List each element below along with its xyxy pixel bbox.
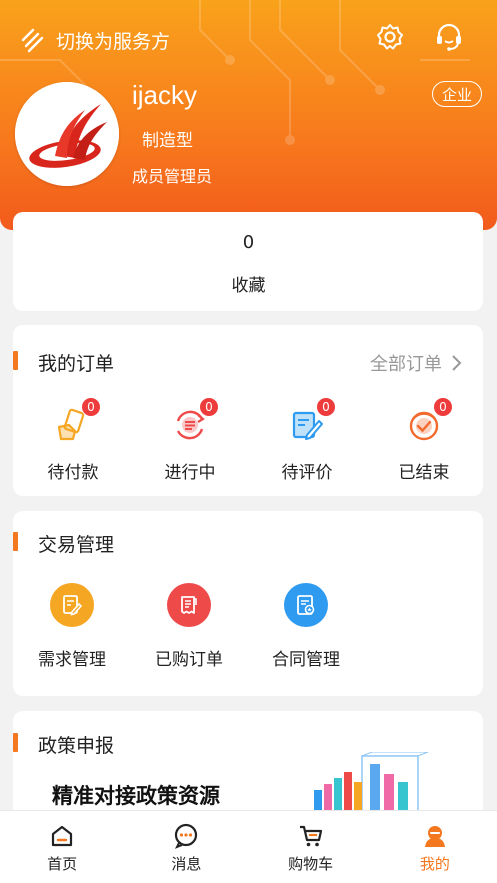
tab-label-messages: 消息 (171, 855, 202, 873)
tab-messages[interactable]: 消息 (124, 811, 248, 883)
all-orders-link[interactable]: 全部订单 (370, 350, 462, 376)
chevron-right-icon (452, 355, 462, 371)
document-edit-icon (50, 583, 94, 627)
section-marker (13, 733, 18, 752)
favorites-label: 收藏 (231, 276, 266, 296)
trade-label-purchased-orders: 已购订单 (155, 650, 223, 670)
favorites-card[interactable] (13, 212, 483, 311)
profile-header: 切换为服务方 ijacky 制造型 成员管理员 企业 (0, 0, 497, 230)
tab-cart[interactable]: 购物车 (249, 811, 373, 883)
company-logo-icon (15, 82, 119, 186)
favorites-count: 0 (242, 232, 255, 253)
tab-label-home: 首页 (47, 855, 78, 873)
enterprise-badge[interactable]: 企业 (432, 81, 482, 107)
user-icon (424, 826, 445, 847)
settings-button[interactable] (375, 22, 405, 52)
trade-management-title: 交易管理 (38, 534, 115, 556)
policy-illustration (314, 752, 429, 812)
trade-label-requirements: 需求管理 (38, 650, 106, 670)
gear-icon (377, 24, 403, 50)
tab-label-cart: 购物车 (288, 855, 334, 873)
headset-icon (437, 23, 461, 51)
switch-icon (21, 28, 44, 53)
contract-icon (284, 583, 328, 627)
switch-role-button[interactable]: 切换为服务方 (18, 26, 170, 54)
switch-role-label: 切换为服务方 (56, 30, 171, 53)
my-orders-title: 我的订单 (38, 353, 115, 375)
order-label-finished: 已结束 (398, 463, 450, 483)
user-role: 成员管理员 (132, 167, 213, 186)
avatar[interactable] (15, 82, 119, 186)
tab-home[interactable]: 首页 (0, 811, 124, 883)
order-label-in-progress: 进行中 (164, 463, 216, 483)
cart-icon (299, 825, 322, 847)
all-orders-label: 全部订单 (370, 354, 442, 375)
trade-label-contracts: 合同管理 (272, 650, 340, 670)
username: ijacky (132, 80, 198, 110)
customer-service-button[interactable] (434, 22, 464, 52)
tab-mine[interactable]: 我的 (373, 811, 497, 883)
section-marker (13, 532, 18, 551)
home-icon (52, 825, 73, 847)
tab-label-mine: 我的 (419, 855, 450, 873)
message-icon (175, 823, 198, 849)
receipt-icon (167, 583, 211, 627)
section-marker (13, 351, 18, 370)
company-type: 制造型 (142, 131, 193, 151)
order-label-to-review: 待评价 (281, 463, 333, 483)
policy-headline: 精准对接政策资源 (52, 784, 220, 808)
count-badge: 0 (316, 397, 336, 417)
bottom-tab-bar: 首页 消息 购物车 我的 (0, 810, 497, 883)
policy-title: 政策申报 (38, 735, 115, 757)
count-badge: 0 (81, 397, 101, 417)
count-badge: 0 (433, 397, 453, 417)
count-badge: 0 (199, 397, 219, 417)
order-label-pending-payment: 待付款 (47, 463, 99, 483)
